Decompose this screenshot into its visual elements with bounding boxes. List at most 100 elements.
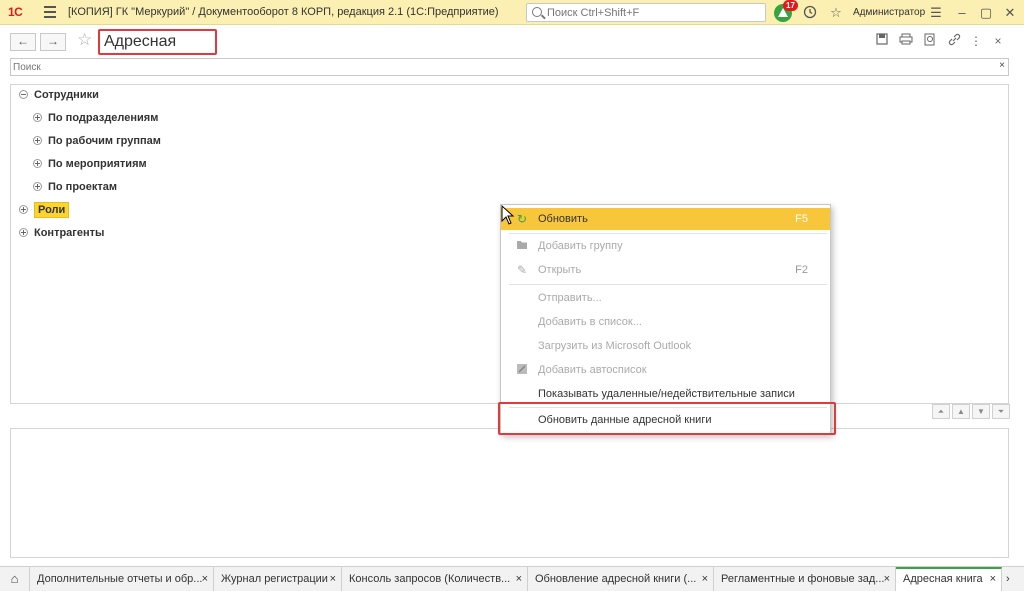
menu-item-shortcut: F5 bbox=[795, 213, 808, 225]
menu-separator bbox=[509, 233, 827, 234]
home-icon[interactable]: ⌂ bbox=[0, 567, 30, 591]
tab-address-book-update[interactable]: Обновление адресной книги (... × bbox=[528, 567, 714, 591]
move-bottom-button[interactable]: ⏷ bbox=[992, 404, 1010, 419]
tab-label: Журнал регистрации bbox=[221, 573, 328, 585]
global-search-field[interactable] bbox=[526, 3, 766, 22]
tree-item-label: По проектам bbox=[48, 181, 118, 193]
tab-close-icon[interactable]: × bbox=[702, 567, 708, 591]
refresh-icon: ↻ bbox=[516, 212, 528, 226]
expand-icon[interactable] bbox=[33, 112, 42, 122]
tree-item-label: По рабочим группам bbox=[48, 135, 161, 147]
search-clear-button[interactable]: × bbox=[999, 60, 1005, 71]
add-folder-icon bbox=[515, 239, 529, 253]
tab-close-icon[interactable]: × bbox=[990, 569, 996, 589]
menu-item-label: Обновить bbox=[538, 213, 588, 225]
window-close-icon[interactable]: ✕ bbox=[1002, 5, 1018, 21]
move-down-button[interactable]: ▼ bbox=[972, 404, 990, 419]
more-icon[interactable]: ⋮ bbox=[968, 33, 984, 49]
form-close-icon[interactable]: × bbox=[990, 33, 1006, 49]
tab-address-book[interactable]: Адресная книга × bbox=[896, 567, 1002, 591]
autolist-icon bbox=[515, 363, 529, 377]
menu-item-add-autolist[interactable]: Добавить автосписок bbox=[501, 359, 830, 381]
tree-item-employees[interactable]: Сотрудники bbox=[19, 86, 99, 104]
expand-icon[interactable] bbox=[33, 158, 42, 168]
menu-item-import-outlook[interactable]: Загрузить из Microsoft Outlook bbox=[501, 335, 830, 357]
mouse-cursor-icon bbox=[501, 205, 515, 225]
user-name[interactable]: Администратор bbox=[853, 7, 925, 18]
global-search-input[interactable] bbox=[547, 5, 757, 20]
open-windows-tabbar: ⌂ Дополнительные отчеты и обр... × Журна… bbox=[0, 566, 1024, 591]
title-bar: 1С [КОПИЯ] ГК "Меркурий" / Документообор… bbox=[0, 0, 1024, 25]
back-button[interactable]: ← bbox=[10, 33, 36, 51]
maximize-icon[interactable]: ▢ bbox=[978, 5, 994, 21]
menu-item-label: Открыть bbox=[538, 264, 582, 276]
tree-item-label: Контрагенты bbox=[34, 227, 105, 239]
expand-icon[interactable] bbox=[33, 181, 42, 191]
tab-scheduled-jobs[interactable]: Регламентные и фоновые зад... × bbox=[714, 567, 896, 591]
tree-item-by-projects[interactable]: По проектам bbox=[33, 178, 117, 196]
expand-icon[interactable] bbox=[19, 227, 28, 237]
tab-label: Регламентные и фоновые зад... bbox=[721, 573, 885, 585]
tab-event-log[interactable]: Журнал регистрации × bbox=[214, 567, 342, 591]
tabs-overflow-button[interactable]: › bbox=[1002, 567, 1024, 591]
tab-label: Адресная книга bbox=[903, 573, 983, 585]
menu-separator bbox=[509, 284, 827, 285]
expand-icon[interactable] bbox=[19, 204, 28, 214]
annotation-highlight-box bbox=[498, 402, 836, 435]
search-input[interactable] bbox=[13, 60, 983, 74]
search-field[interactable]: × bbox=[10, 58, 1009, 76]
save-icon[interactable] bbox=[874, 33, 890, 49]
tree-item-by-departments[interactable]: По подразделениям bbox=[33, 109, 158, 127]
collapse-icon[interactable] bbox=[19, 89, 28, 99]
link-icon[interactable] bbox=[946, 33, 962, 49]
tab-label: Консоль запросов (Количеств... bbox=[349, 573, 511, 585]
menu-item-label: Добавить группу bbox=[538, 240, 623, 252]
menu-item-label: Загрузить из Microsoft Outlook bbox=[538, 340, 692, 352]
tab-label: Дополнительные отчеты и обр... bbox=[37, 573, 203, 585]
detail-panel bbox=[10, 428, 1009, 558]
pencil-icon: ✎ bbox=[516, 263, 528, 277]
tree-item-label: Роли bbox=[34, 202, 70, 218]
tab-close-icon[interactable]: × bbox=[330, 567, 336, 591]
menu-item-label: Добавить автосписок bbox=[538, 364, 647, 376]
app-logo: 1С bbox=[8, 5, 23, 19]
menu-item-label: Добавить в список... bbox=[538, 316, 642, 328]
menu-icon[interactable] bbox=[44, 6, 56, 18]
minimize-icon[interactable]: – bbox=[954, 5, 970, 21]
tree-item-label: Сотрудники bbox=[34, 89, 99, 101]
bookmark-star-icon[interactable]: ☆ bbox=[77, 30, 92, 50]
tab-label: Обновление адресной книги (... bbox=[535, 573, 697, 585]
print-icon[interactable] bbox=[898, 33, 914, 49]
menu-item-label: Отправить... bbox=[538, 292, 602, 304]
tab-close-icon[interactable]: × bbox=[202, 567, 208, 591]
menu-item-refresh[interactable]: ↻ Обновить F5 bbox=[501, 208, 830, 230]
tree-item-by-events[interactable]: По мероприятиям bbox=[33, 155, 147, 173]
page-title: Адресная книга bbox=[98, 29, 217, 71]
tree-item-label: По мероприятиям bbox=[48, 158, 147, 170]
context-menu: ↻ Обновить F5 Добавить группу ✎ Открыть … bbox=[500, 204, 831, 434]
menu-item-add-to-list[interactable]: Добавить в список... bbox=[501, 311, 830, 333]
settings-icon[interactable]: ☰ bbox=[928, 5, 944, 21]
menu-item-send[interactable]: Отправить... bbox=[501, 287, 830, 309]
tab-additional-reports[interactable]: Дополнительные отчеты и обр... × bbox=[30, 567, 214, 591]
expand-icon[interactable] bbox=[33, 135, 42, 145]
menu-item-label: Показывать удаленные/недействительные за… bbox=[538, 388, 795, 400]
forward-button[interactable]: → bbox=[40, 33, 66, 51]
tree-item-by-workgroups[interactable]: По рабочим группам bbox=[33, 132, 161, 150]
tree-item-label: По подразделениям bbox=[48, 112, 159, 124]
menu-item-shortcut: F2 bbox=[795, 264, 808, 276]
app-title: [КОПИЯ] ГК "Меркурий" / Документооборот … bbox=[68, 6, 499, 18]
history-icon[interactable] bbox=[802, 5, 818, 21]
tree-item-contractors[interactable]: Контрагенты bbox=[19, 224, 104, 242]
menu-item-add-group[interactable]: Добавить группу bbox=[501, 235, 830, 257]
move-up-button[interactable]: ▲ bbox=[952, 404, 970, 419]
menu-item-open[interactable]: ✎ Открыть F2 bbox=[501, 259, 830, 281]
tab-query-console[interactable]: Консоль запросов (Количеств... × bbox=[342, 567, 528, 591]
move-top-button[interactable]: ⏶ bbox=[932, 404, 950, 419]
favorites-star-icon[interactable]: ☆ bbox=[828, 5, 844, 21]
tab-close-icon[interactable]: × bbox=[884, 567, 890, 591]
preview-icon[interactable] bbox=[922, 33, 938, 49]
tree-item-roles[interactable]: Роли bbox=[19, 201, 70, 219]
search-icon bbox=[532, 7, 542, 17]
tab-close-icon[interactable]: × bbox=[516, 567, 522, 591]
